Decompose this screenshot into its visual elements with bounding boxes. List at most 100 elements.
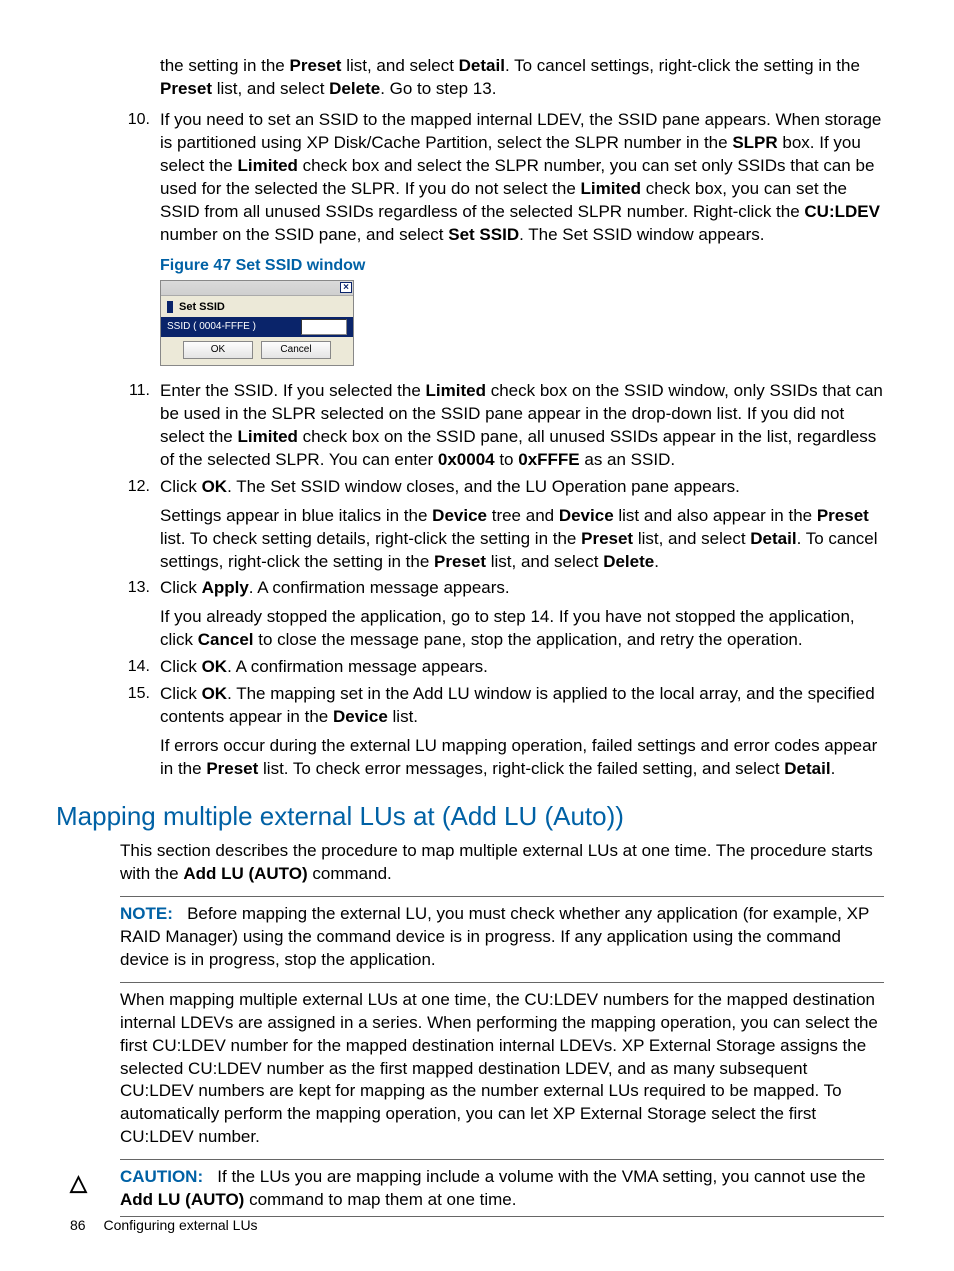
close-icon[interactable]: × — [340, 282, 352, 293]
text: number on the SSID pane, and select — [160, 225, 448, 244]
window-title: Set SSID — [179, 301, 225, 313]
text: as an SSID. — [580, 450, 675, 469]
window-titlebar: × — [161, 281, 353, 296]
list-item-12: 12. Click OK. The Set SSID window closes… — [115, 476, 884, 574]
caution-block: △ CAUTION: If the LUs you are mapping in… — [70, 1166, 884, 1212]
text: command to map them at one time. — [244, 1190, 516, 1209]
bold-text: Preset — [206, 759, 258, 778]
text: If the LUs you are mapping include a vol… — [217, 1167, 865, 1186]
cancel-button[interactable]: Cancel — [261, 341, 331, 359]
procedure-list-cont: 11. Enter the SSID. If you selected the … — [115, 380, 884, 781]
bold-text: Limited — [426, 381, 486, 400]
list-number: 11. — [115, 380, 160, 472]
text: Click — [160, 578, 202, 597]
bold-text: Limited — [238, 156, 298, 175]
text: . To cancel settings, right-click the se… — [505, 56, 860, 75]
set-ssid-window: × Set SSID SSID ( 0004-FFFE ) OK Cancel — [160, 280, 354, 366]
text: . Go to step 13. — [380, 79, 496, 98]
text: to — [495, 450, 519, 469]
text: Settings appear in blue italics in the — [160, 506, 432, 525]
list-item-continuation: the setting in the Preset list, and sele… — [160, 55, 884, 101]
bold-text: OK — [202, 684, 228, 703]
bold-text: Limited — [581, 179, 641, 198]
caution-label: CAUTION: — [120, 1167, 203, 1186]
bold-text: Cancel — [198, 630, 254, 649]
ssid-label: SSID ( 0004-FFFE ) — [167, 320, 256, 334]
bold-text: Set SSID — [448, 225, 519, 244]
text: list and also appear in the — [614, 506, 817, 525]
footer-title: Configuring external LUs — [103, 1217, 257, 1233]
list-item-13: 13. Click Apply. A confirmation message … — [115, 577, 884, 652]
figure-set-ssid: × Set SSID SSID ( 0004-FFFE ) OK Cancel — [160, 280, 884, 366]
divider — [120, 1159, 884, 1160]
bold-text: Preset — [817, 506, 869, 525]
bold-text: Device — [559, 506, 614, 525]
text: Click — [160, 657, 202, 676]
bold-text: Delete — [329, 79, 380, 98]
list-item-15: 15. Click OK. The mapping set in the Add… — [115, 683, 884, 781]
text: list, and select — [341, 56, 458, 75]
bold-text: Preset — [581, 529, 633, 548]
bold-text: Detail — [459, 56, 505, 75]
bold-text: OK — [202, 657, 228, 676]
page-footer: 86 Configuring external LUs — [70, 1216, 258, 1235]
bold-text: Limited — [238, 427, 298, 446]
list-item-14: 14. Click OK. A confirmation message app… — [115, 656, 884, 679]
bold-text: Add LU (AUTO) — [183, 864, 307, 883]
ok-button[interactable]: OK — [183, 341, 253, 359]
ssid-field-row: SSID ( 0004-FFFE ) — [161, 317, 353, 337]
text: command. — [308, 864, 392, 883]
bold-text: Preset — [434, 552, 486, 571]
bold-text: 0xFFFE — [518, 450, 579, 469]
text: tree and — [487, 506, 559, 525]
text: list, and select — [212, 79, 329, 98]
list-item-11: 11. Enter the SSID. If you selected the … — [115, 380, 884, 472]
text: . The Set SSID window appears. — [519, 225, 764, 244]
header-marker-icon — [167, 301, 173, 313]
divider — [120, 982, 884, 983]
text: . A confirmation message appears. — [227, 657, 488, 676]
bold-text: CU:LDEV — [804, 202, 880, 221]
bold-text: Detail — [784, 759, 830, 778]
section-paragraph: When mapping multiple external LUs at on… — [120, 989, 884, 1150]
list-number: 10. — [115, 109, 160, 247]
bold-text: SLPR — [732, 133, 777, 152]
bold-text: Preset — [160, 79, 212, 98]
text: list, and select — [633, 529, 750, 548]
text: Enter the SSID. If you selected the — [160, 381, 426, 400]
section-heading: Mapping multiple external LUs at (Add LU… — [56, 799, 884, 834]
page-number: 86 — [70, 1217, 86, 1233]
list-number: 14. — [115, 656, 160, 679]
text: list. To check error messages, right-cli… — [258, 759, 784, 778]
text: list, and select — [486, 552, 603, 571]
text: list. To check setting details, right-cl… — [160, 529, 581, 548]
text: Click — [160, 684, 202, 703]
bold-text: Apply — [202, 578, 249, 597]
note-text: Before mapping the external LU, you must… — [120, 904, 869, 969]
text: the setting in the — [160, 56, 289, 75]
bold-text: Device — [333, 707, 388, 726]
bold-text: Delete — [603, 552, 654, 571]
section-intro: This section describes the procedure to … — [120, 840, 884, 886]
bold-text: Preset — [289, 56, 341, 75]
ssid-input[interactable] — [301, 319, 347, 335]
list-item-10: 10. If you need to set an SSID to the ma… — [115, 109, 884, 247]
procedure-list: 10. If you need to set an SSID to the ma… — [115, 109, 884, 247]
button-row: OK Cancel — [161, 337, 353, 365]
text: to close the message pane, stop the appl… — [254, 630, 803, 649]
bold-text: Device — [432, 506, 487, 525]
text: Click — [160, 477, 202, 496]
text: . The mapping set in the Add LU window i… — [160, 684, 875, 726]
list-number: 12. — [115, 476, 160, 574]
text: . — [831, 759, 836, 778]
text: list. — [388, 707, 418, 726]
list-number: 15. — [115, 683, 160, 781]
bold-text: 0x0004 — [438, 450, 495, 469]
figure-caption: Figure 47 Set SSID window — [160, 255, 884, 277]
note-label: NOTE: — [120, 904, 173, 923]
note-block: NOTE: Before mapping the external LU, yo… — [120, 903, 884, 972]
text: . A confirmation message appears. — [249, 578, 510, 597]
text: . — [654, 552, 659, 571]
bold-text: Add LU (AUTO) — [120, 1190, 244, 1209]
bold-text: Detail — [750, 529, 796, 548]
